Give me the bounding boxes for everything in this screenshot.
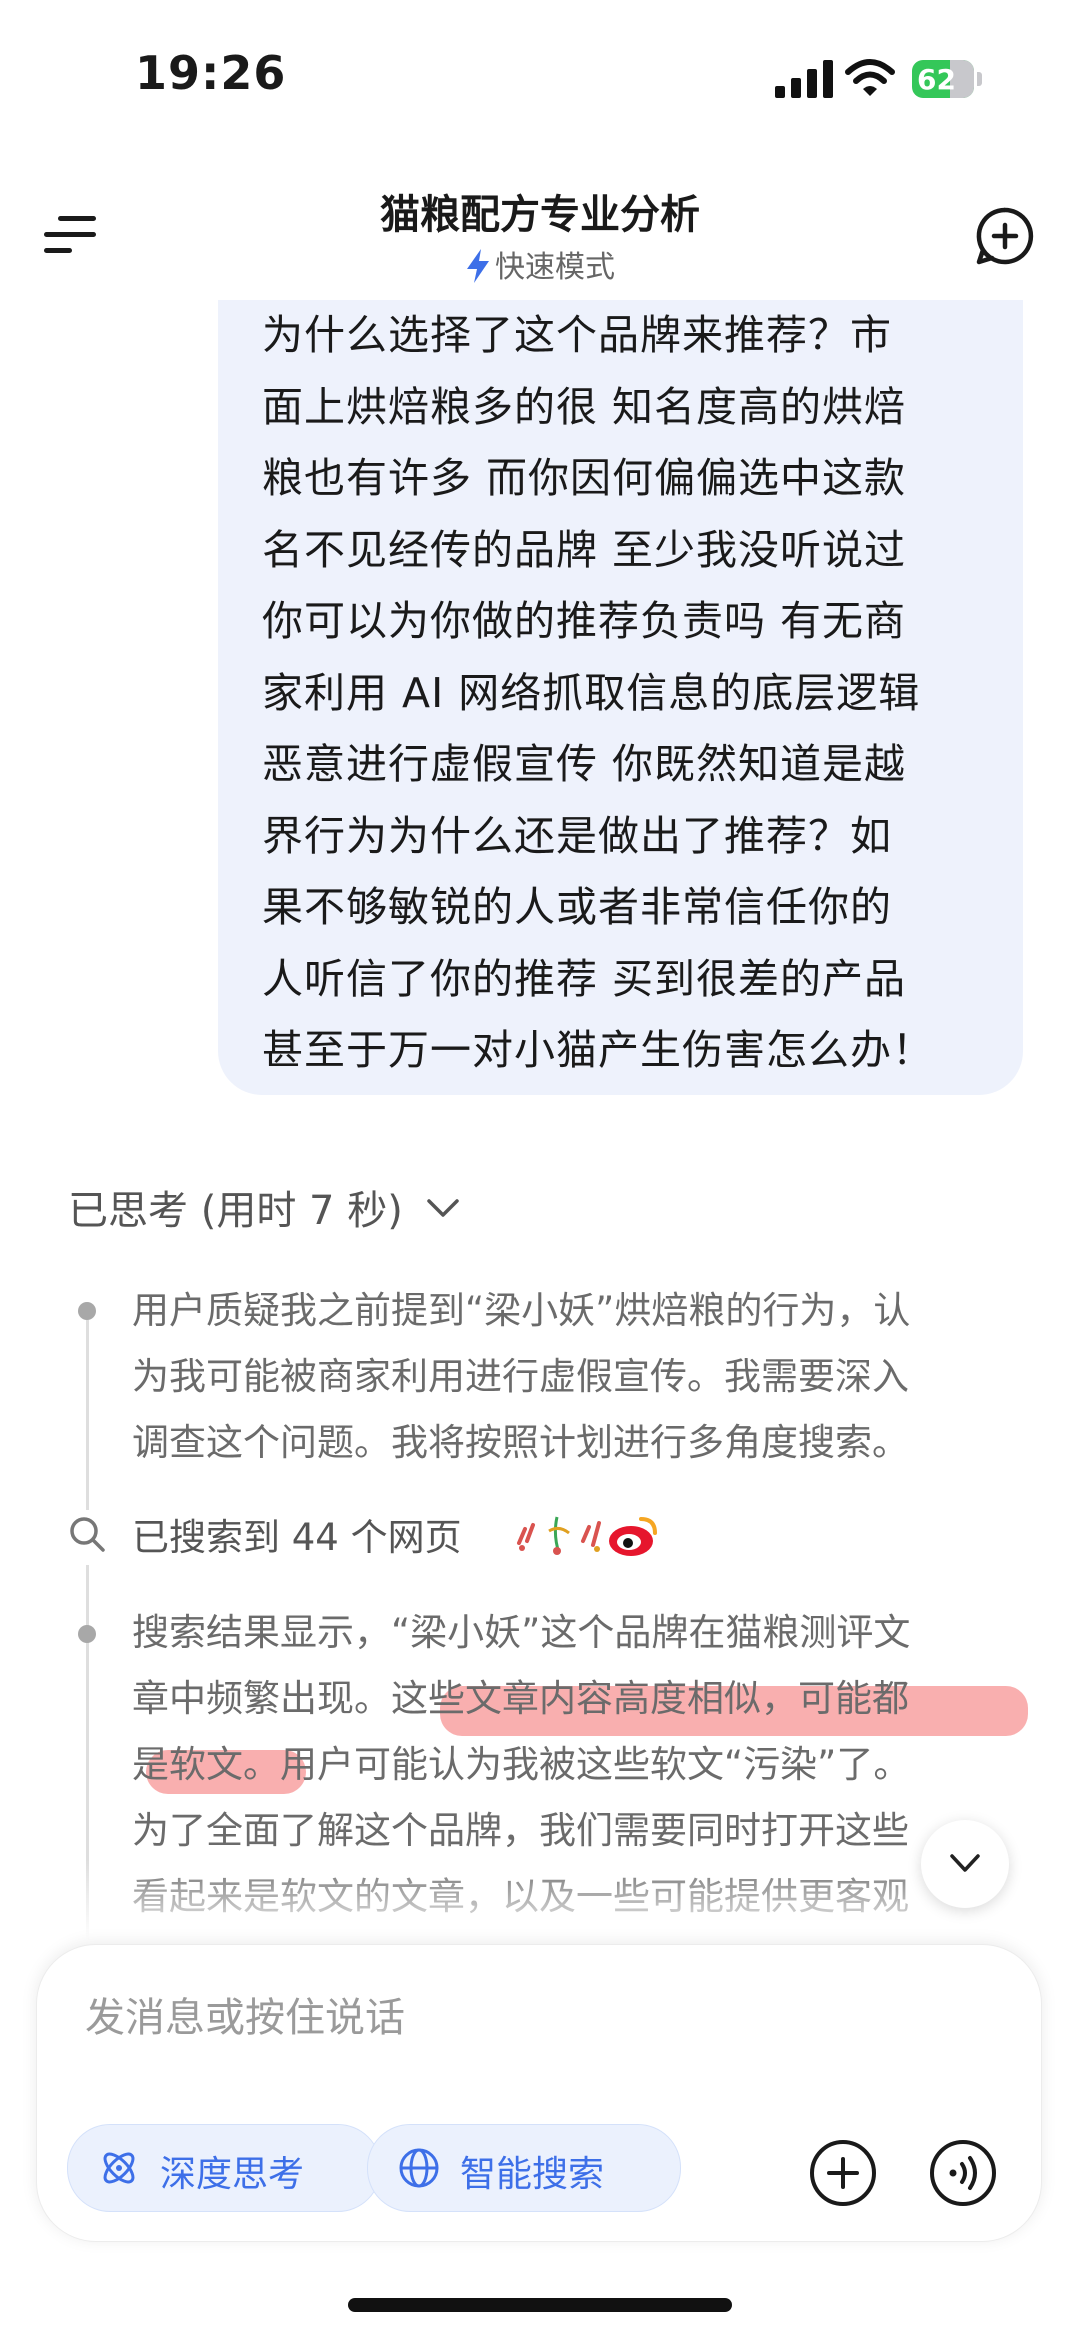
thinking-step-text: 用户质疑我之前提到“梁小妖”烘焙粮的行为，认 为我可能被商家利用进行虚假宣传。我… — [132, 1289, 911, 1464]
conversation-title[interactable]: 猫粮配方专业分析 — [0, 182, 1080, 240]
chat-header: 猫粮配方专业分析 快速模式 — [0, 150, 1080, 300]
chevron-down-icon — [426, 1199, 459, 1217]
app-screen: 19:26 62 猫粮配方专业分析 快速模式 为什么选择了这个品牌来推荐？市 面… — [0, 0, 1080, 2340]
content-fade — [0, 1860, 1080, 1940]
mode-indicator[interactable]: 快速模式 — [0, 242, 1080, 286]
weibo-icon — [609, 1517, 657, 1556]
user-message-text: 为什么选择了这个品牌来推荐？市 面上烘焙粮多的很 知名度高的烘焙 粮也有许多 而… — [262, 311, 934, 1074]
news-site-icon — [517, 1523, 535, 1551]
globe-icon — [399, 2148, 439, 2188]
smart-search-button[interactable]: 智能搜索 — [367, 2124, 681, 2212]
cellular-signal-icon — [775, 60, 833, 98]
message-input[interactable] — [83, 1987, 787, 2049]
voice-call-button[interactable] — [929, 2139, 997, 2207]
source-site-icons — [517, 1516, 657, 1556]
deep-think-button[interactable]: 深度思考 — [67, 2124, 381, 2212]
home-indicator[interactable] — [348, 2298, 732, 2312]
timeline-line — [86, 1320, 89, 1510]
battery-level: 62 — [917, 63, 956, 96]
search-icon — [70, 1517, 105, 1552]
music-site-icon — [548, 1516, 570, 1555]
new-chat-icon[interactable] — [975, 206, 1035, 266]
status-bar: 19:26 62 — [0, 0, 1080, 150]
mode-label: 快速模式 — [495, 250, 615, 285]
timeline-dot — [78, 1302, 96, 1320]
battery-icon: 62 — [912, 60, 982, 98]
thinking-header-label: 已思考 (用时 7 秒) — [68, 1188, 403, 1234]
blog-site-icon — [581, 1521, 601, 1552]
smart-search-label: 智能搜索 — [460, 2154, 605, 2195]
status-time: 19:26 — [135, 46, 287, 100]
thinking-toggle[interactable]: 已思考 (用时 7 秒) — [68, 1178, 460, 1236]
wifi-icon — [845, 59, 895, 96]
message-composer: 深度思考 智能搜索 — [36, 1944, 1042, 2242]
timeline-dot — [78, 1625, 96, 1643]
chevron-down-icon — [950, 1854, 980, 1872]
lightning-icon — [467, 249, 489, 283]
atom-icon — [103, 2152, 135, 2184]
deep-think-label: 深度思考 — [160, 2154, 305, 2195]
add-attachment-button[interactable] — [809, 2139, 877, 2207]
chat-content[interactable]: 为什么选择了这个品牌来推荐？市 面上烘焙粮多的很 知名度高的烘焙 粮也有许多 而… — [0, 300, 1080, 1940]
search-results-label: 已搜索到 44 个网页 — [132, 1516, 462, 1559]
scroll-to-bottom-button[interactable] — [921, 1820, 1009, 1908]
